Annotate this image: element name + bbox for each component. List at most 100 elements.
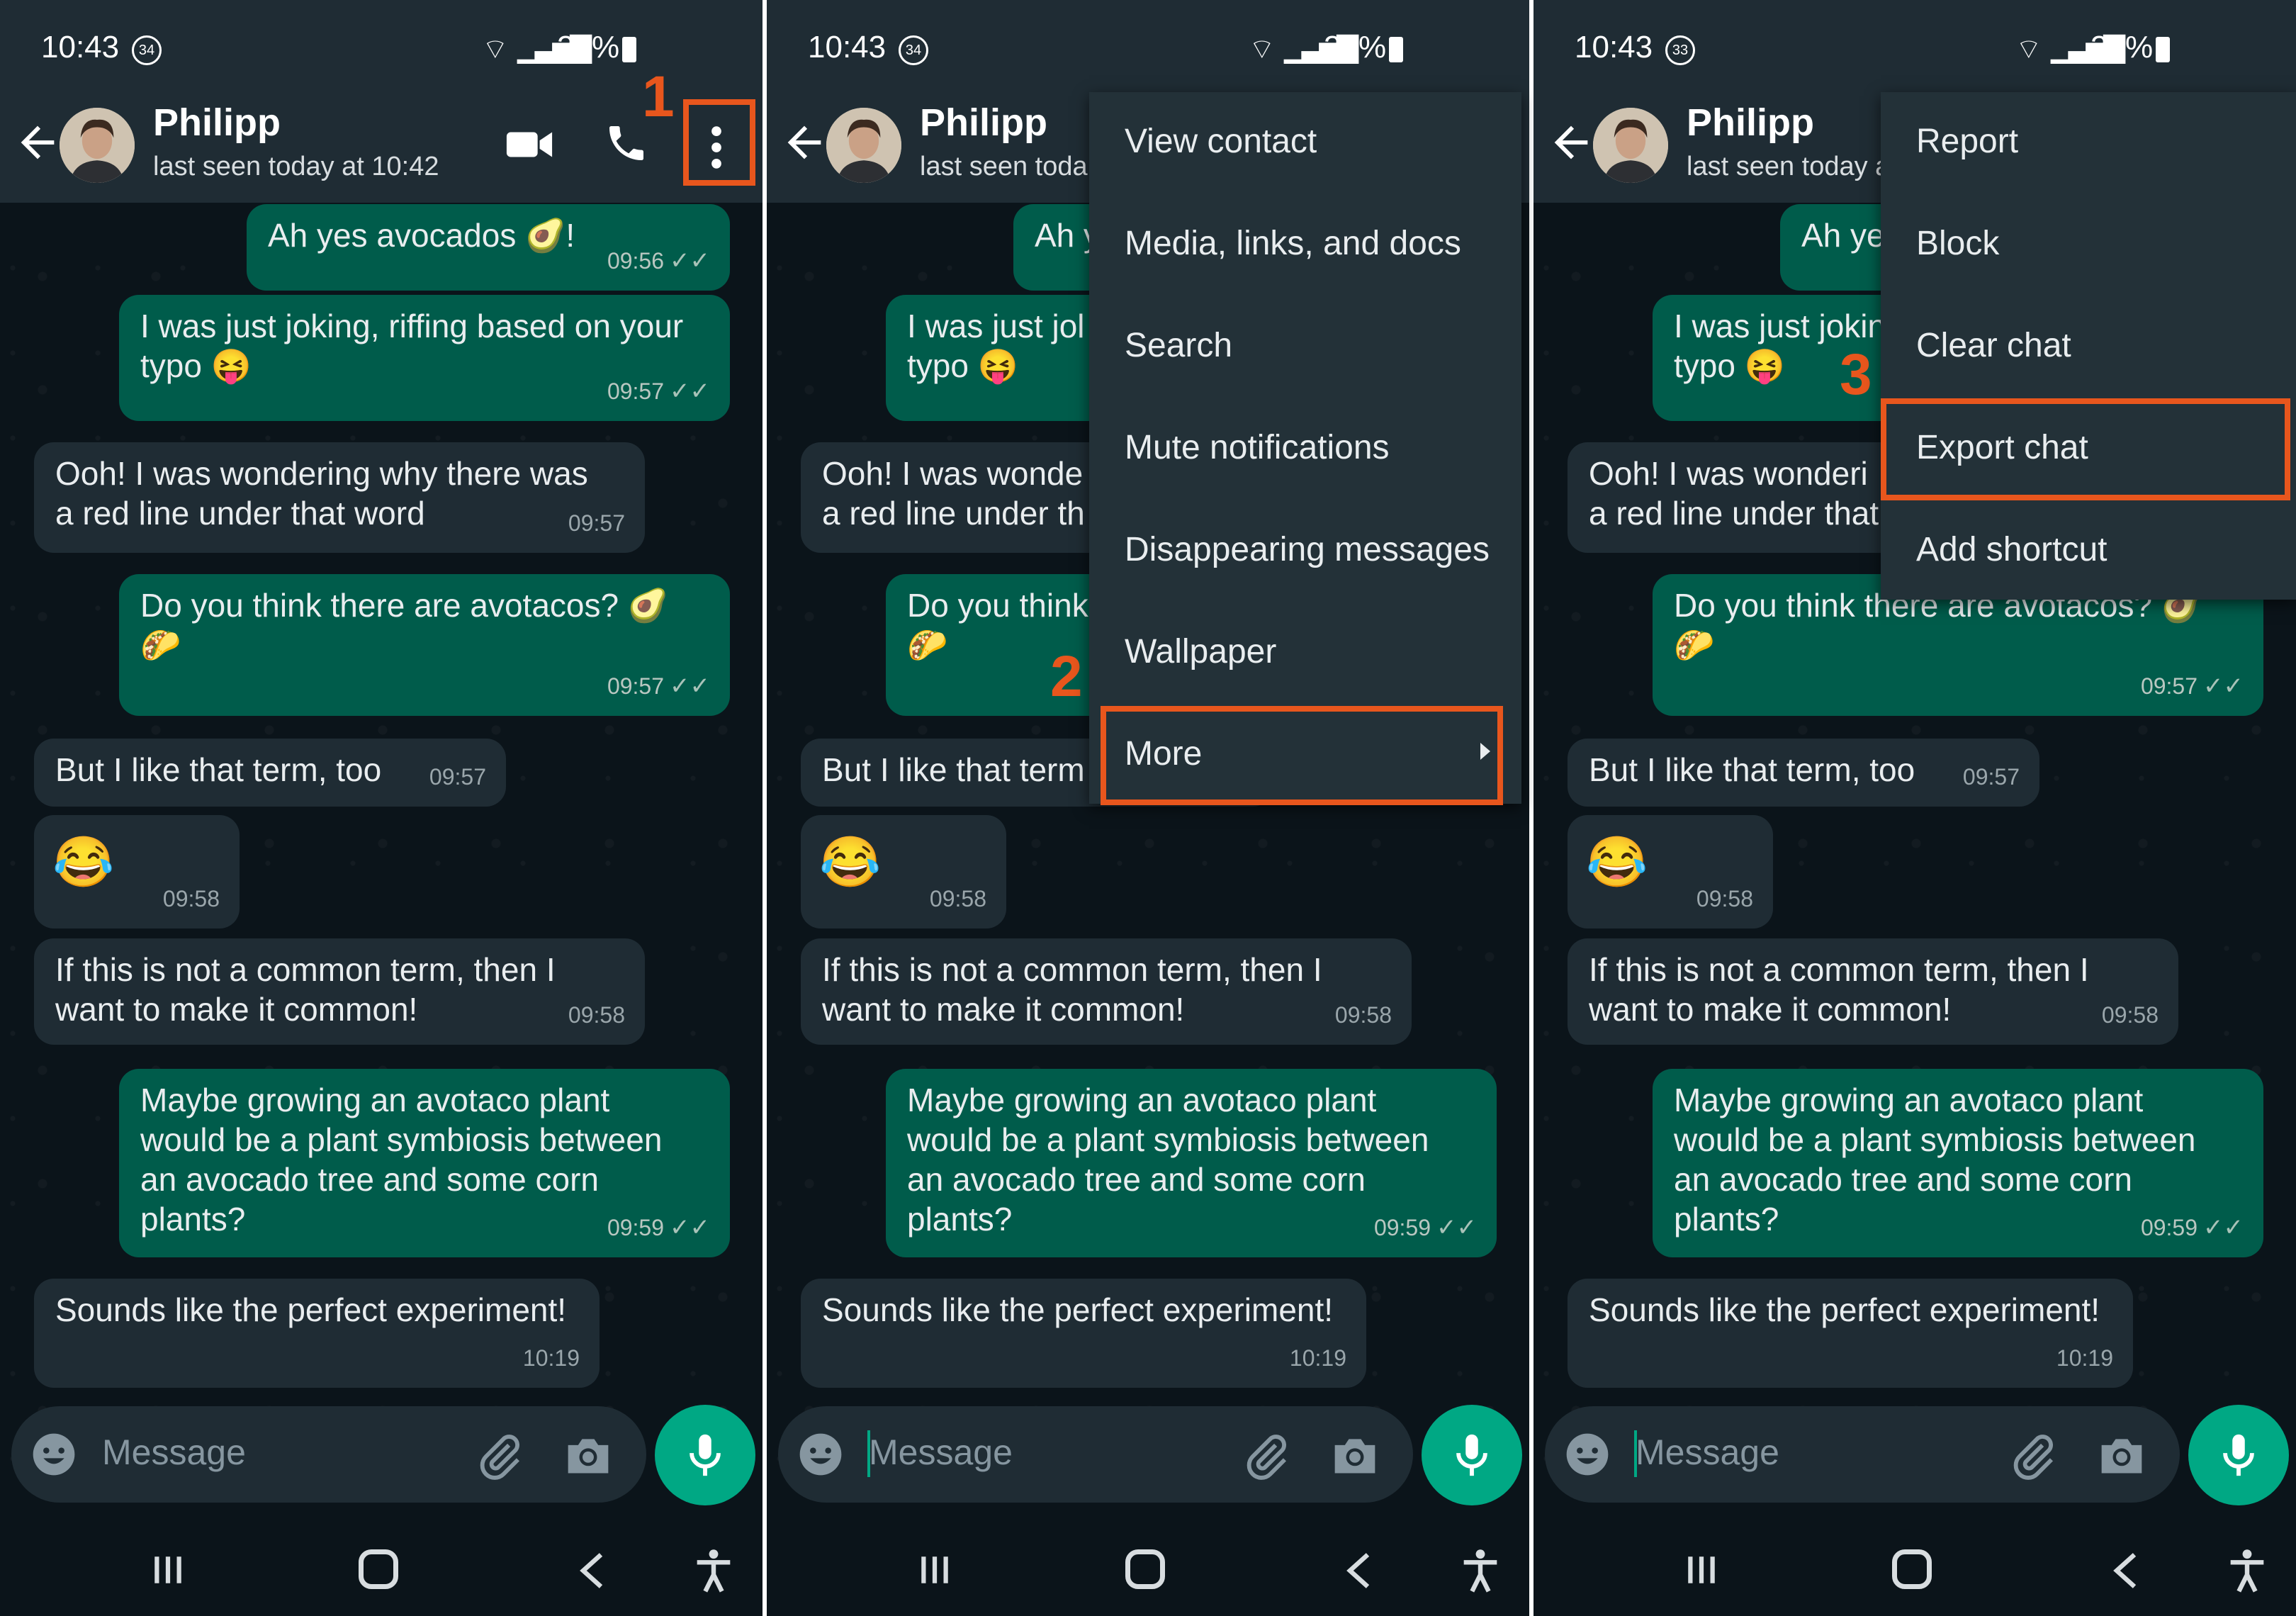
message-text: If this is not a common term, then I wan… [822,951,1322,1028]
wifi-icon: ⌔ [1249,34,1276,65]
message-text: I was just jol typo 😝 [907,308,1085,384]
battery-icon [2156,37,2170,62]
message-bubble[interactable]: 😂 09:58 [34,815,240,928]
recent-apps-icon[interactable] [1684,1552,1719,1588]
status-time: 10:43 [808,30,887,64]
contact-name[interactable]: Philipp [153,101,281,145]
video-call-icon[interactable] [505,123,554,166]
message-bubble[interactable]: Ah yes avocados 🥑! 09:56 ✓✓ [247,204,730,291]
camera-icon[interactable] [1331,1435,1379,1476]
read-ticks-icon: ✓✓ [2203,673,2244,700]
avatar[interactable] [60,108,135,183]
back-arrow-icon[interactable] [13,118,62,167]
menu-item-view-contact[interactable]: View contact [1125,122,1317,161]
back-arrow-icon[interactable] [1546,118,1596,167]
last-seen-status: last seen toda [920,152,1088,181]
read-ticks-icon: ✓✓ [670,673,710,700]
message-text: But I like that term, too [55,751,382,788]
home-button-icon[interactable] [359,1549,398,1589]
message-bubble[interactable]: Maybe growing an avotaco plant would be … [119,1069,730,1257]
accessibility-icon[interactable] [689,1545,738,1596]
menu-item-block[interactable]: Block [1916,224,1999,263]
home-button-icon[interactable] [1892,1549,1932,1589]
wifi-icon: ⌔ [2015,34,2042,65]
message-bubble[interactable]: Maybe growing an avotaco plant would be … [1653,1069,2263,1257]
message-input[interactable]: Message [1636,1432,1779,1473]
message-bubble[interactable]: Sounds like the perfect experiment! 10:1… [34,1279,600,1388]
message-bubble[interactable]: If this is not a common term, then I wan… [1568,938,2178,1045]
message-input[interactable]: Message [869,1432,1013,1473]
message-text: Maybe growing an avotaco plant would be … [140,1082,663,1238]
status-time: 10:43 [1575,30,1653,64]
message-compose-bar[interactable]: Message [778,1406,1413,1503]
voice-message-button[interactable] [655,1405,755,1505]
message-text: Ah ye [1801,217,1885,254]
menu-item-search[interactable]: Search [1125,326,1232,365]
message-time: 09:57 [568,510,625,536]
message-bubble[interactable]: Sounds like the perfect experiment! 10:1… [801,1279,1366,1388]
accessibility-icon[interactable] [2222,1545,2272,1596]
voice-message-button[interactable] [2188,1405,2289,1505]
message-bubble[interactable]: 😂 09:58 [1568,815,1773,928]
emoji-icon[interactable] [1565,1432,1610,1477]
attachment-icon[interactable] [475,1432,524,1481]
message-meta: 09:57 ✓✓ [2141,666,2244,706]
message-bubble[interactable]: I was just joking, riffing based on your… [119,295,730,421]
menu-item-report[interactable]: Report [1916,122,2018,161]
message-bubble[interactable]: But I like that term, too 09:57 [1568,739,2039,807]
recent-apps-icon[interactable] [917,1552,952,1588]
emoji-icon[interactable] [31,1432,77,1477]
accessibility-icon[interactable] [1456,1545,1505,1596]
message-bubble[interactable]: If this is not a common term, then I wan… [34,938,645,1045]
message-time: 09:57 [607,673,665,699]
message-bubble[interactable]: Sounds like the perfect experiment! 10:1… [1568,1279,2133,1388]
message-compose-bar[interactable]: Message [1545,1406,2180,1503]
battery-level: 34% [1324,30,1387,64]
status-time: 10:43 [41,30,120,64]
recent-apps-icon[interactable] [150,1552,186,1588]
message-time: 10:19 [2056,1345,2113,1371]
contact-name[interactable]: Philipp [920,101,1047,145]
nav-back-icon[interactable] [2106,1548,2149,1593]
message-input[interactable]: Message [102,1432,246,1473]
menu-item-mute[interactable]: Mute notifications [1125,428,1390,467]
message-meta: 09:59 ✓✓ [2141,1208,2244,1247]
message-time: 09:59 [2140,1215,2198,1240]
emoji-message: 😂 [52,834,115,890]
read-ticks-icon: ✓✓ [1436,1214,1477,1241]
camera-icon[interactable] [2098,1435,2146,1476]
message-bubble[interactable]: But I like that term, too 09:57 [34,739,506,807]
voice-message-button[interactable] [1422,1405,1522,1505]
menu-item-add-shortcut[interactable]: Add shortcut [1916,530,2107,569]
menu-item-wallpaper[interactable]: Wallpaper [1125,632,1276,671]
message-bubble[interactable]: If this is not a common term, then I wan… [801,938,1412,1045]
attachment-icon[interactable] [2008,1432,2058,1481]
battery-level: 34% [557,30,620,64]
contact-name[interactable]: Philipp [1687,101,1814,145]
nav-back-icon[interactable] [573,1548,615,1593]
message-text: But I like that term, too [1589,751,1915,788]
read-ticks-icon: ✓✓ [670,1214,710,1241]
message-time: 09:56 [607,248,665,274]
message-text: Sounds like the perfect experiment! [55,1291,567,1328]
message-bubble[interactable]: Ooh! I was wondering why there was a red… [34,442,645,553]
menu-item-disappearing[interactable]: Disappearing messages [1125,530,1490,569]
nav-back-icon[interactable] [1339,1548,1382,1593]
message-bubble[interactable]: Do you think there are avotacos? 🥑 🌮 09:… [119,574,730,716]
menu-item-media[interactable]: Media, links, and docs [1125,224,1461,263]
message-bubble[interactable]: Maybe growing an avotaco plant would be … [886,1069,1497,1257]
avatar[interactable] [1593,108,1668,183]
message-time: 09:57 [1962,764,2020,790]
menu-item-clear-chat[interactable]: Clear chat [1916,326,2071,365]
notification-badge: 34 [132,35,162,65]
emoji-icon[interactable] [798,1432,843,1477]
attachment-icon[interactable] [1242,1432,1291,1481]
home-button-icon[interactable] [1125,1549,1165,1589]
back-arrow-icon[interactable] [780,118,829,167]
avatar[interactable] [826,108,901,183]
message-compose-bar[interactable]: Message [11,1406,646,1503]
microphone-icon [690,1434,721,1476]
message-bubble[interactable]: 😂 09:58 [801,815,1006,928]
step-number-3: 3 [1840,342,1872,407]
camera-icon[interactable] [564,1435,612,1476]
